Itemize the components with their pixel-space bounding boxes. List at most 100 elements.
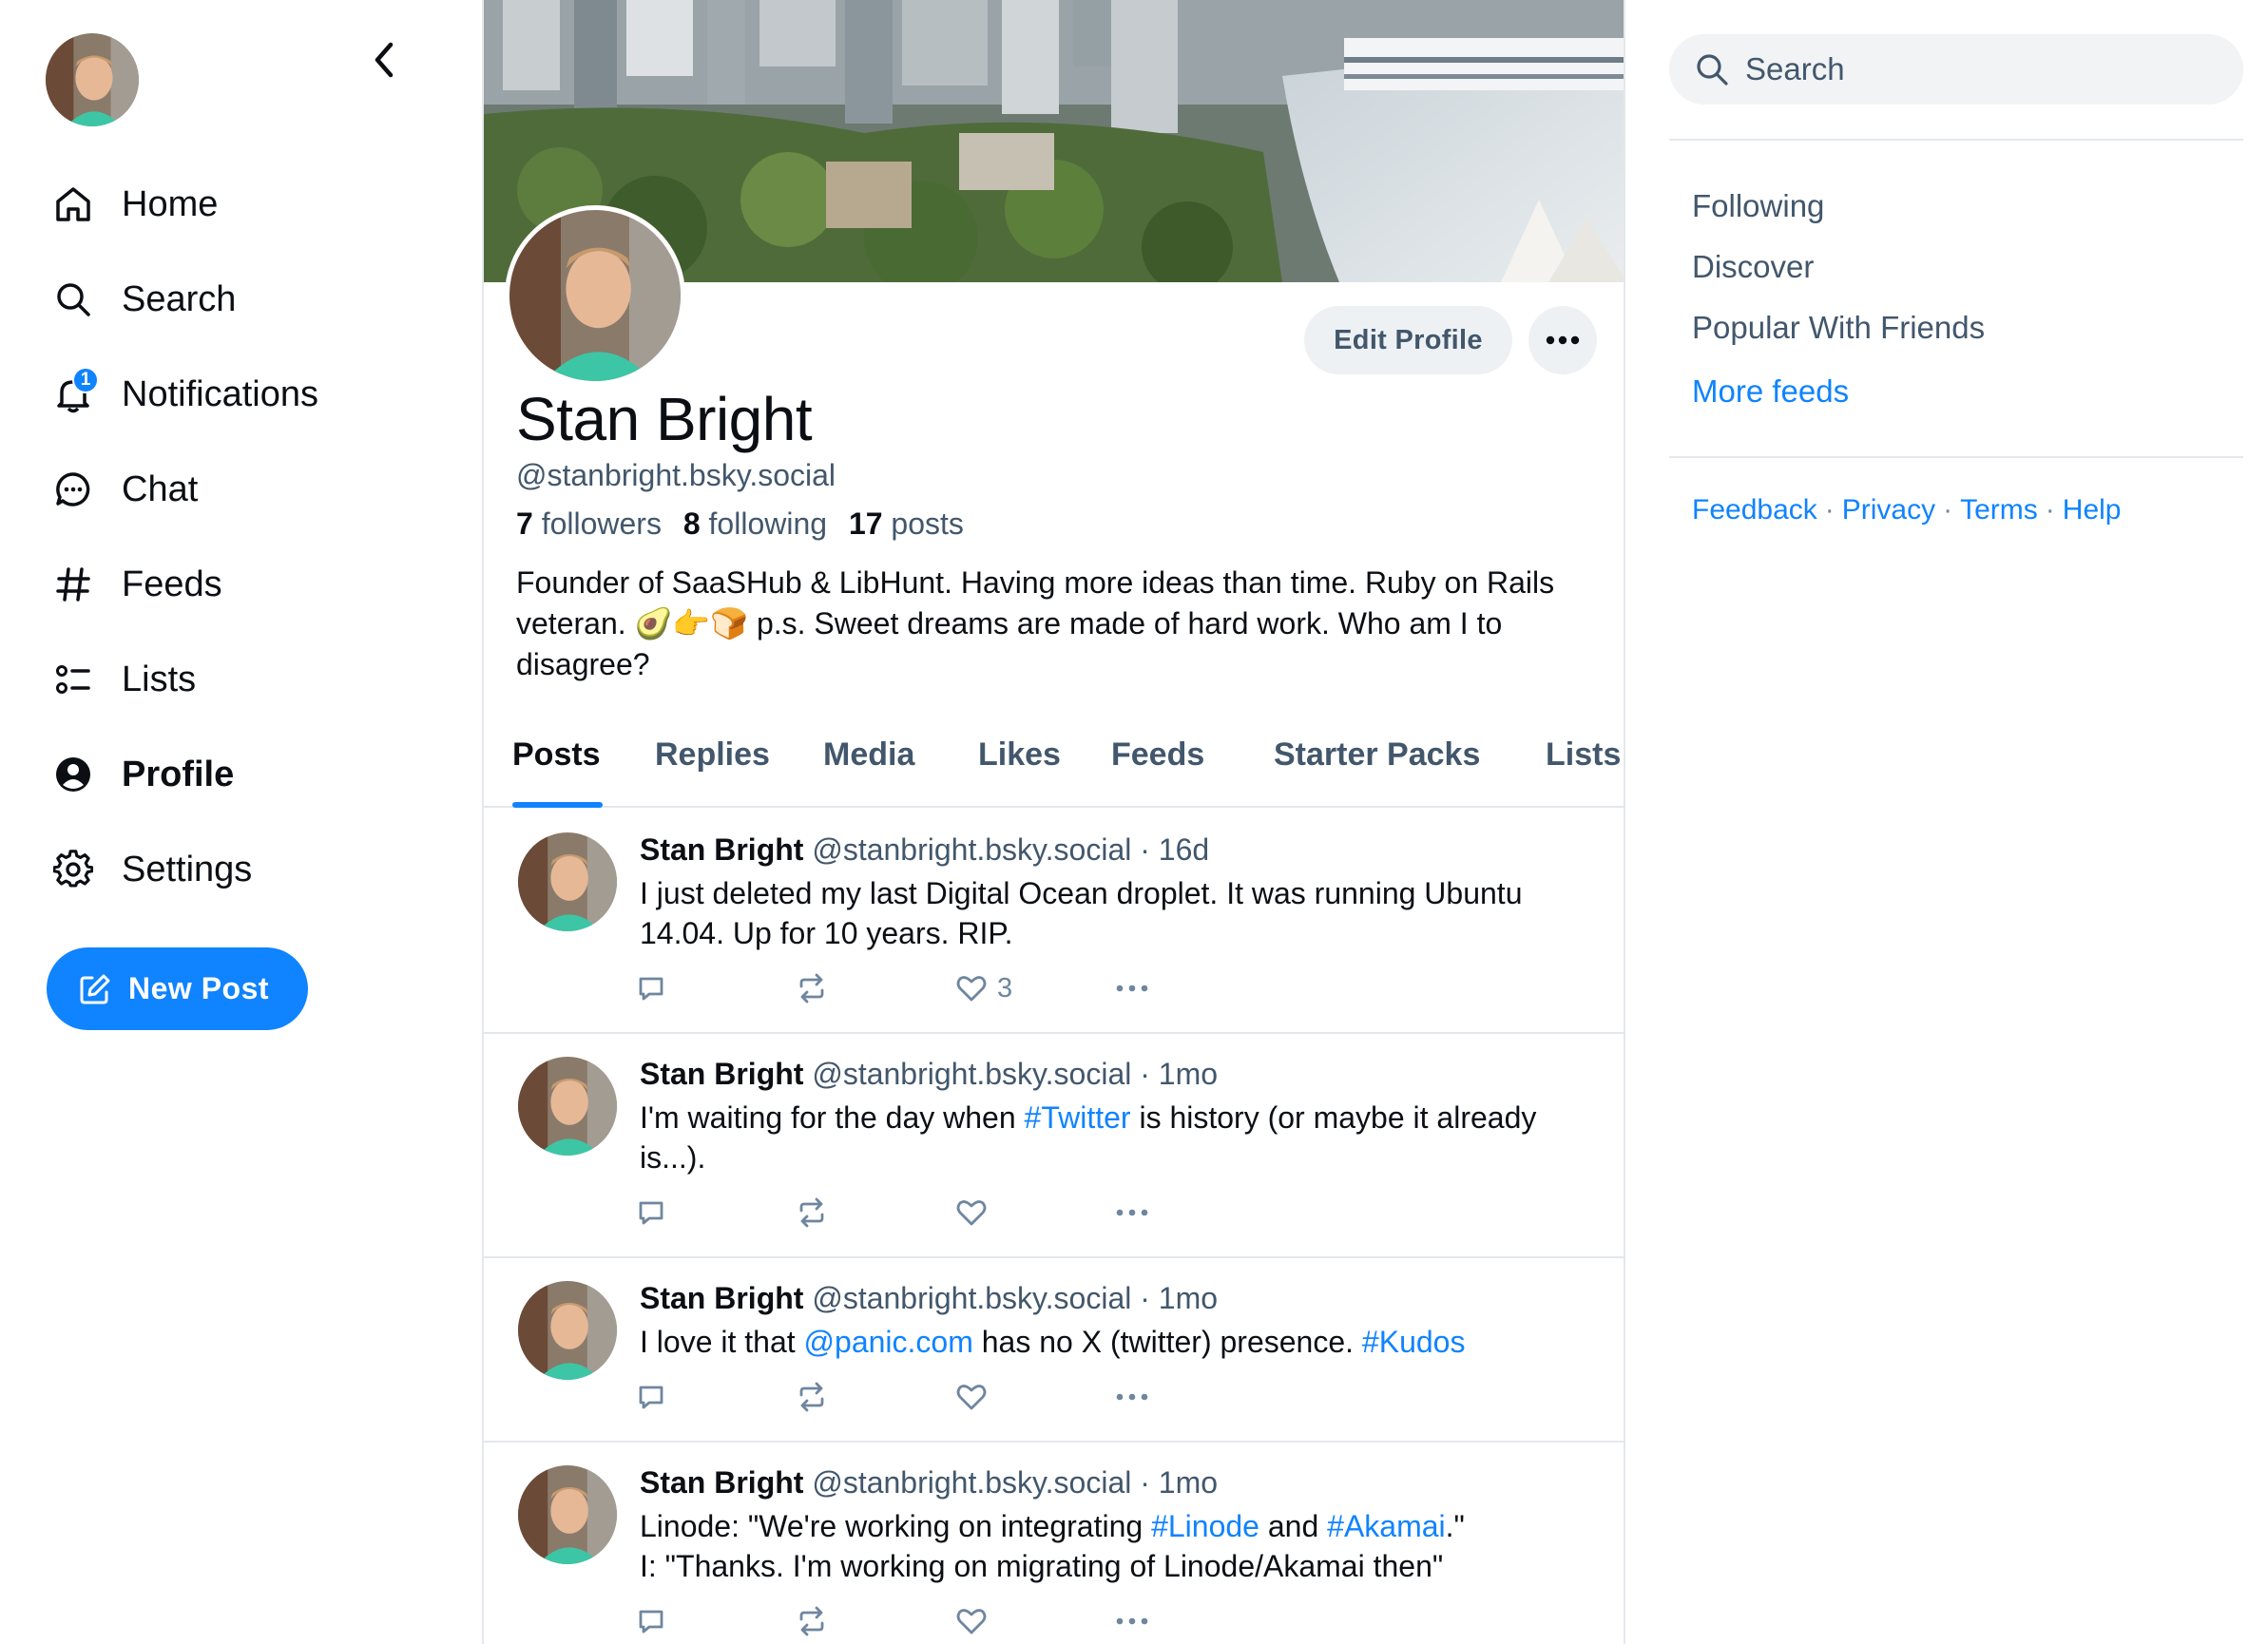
more-feeds-link[interactable]: More feeds (1692, 373, 1849, 410)
post-avatar[interactable] (518, 1281, 617, 1380)
feedback-link[interactable]: Feedback (1692, 494, 1817, 526)
terms-link[interactable]: Terms (1960, 494, 2038, 526)
nav-label-notifications: Notifications (122, 373, 318, 414)
posts-count: 17 (848, 507, 883, 541)
post-avatar[interactable] (518, 832, 617, 931)
nav-item-lists[interactable]: Lists (48, 632, 447, 727)
post-author-handle[interactable]: @stanbright.bsky.social (812, 832, 1131, 867)
nav-label-search: Search (122, 278, 237, 319)
hash-icon (48, 559, 99, 610)
post-timestamp[interactable]: 1mo (1159, 1281, 1218, 1315)
post-author-handle[interactable]: @stanbright.bsky.social (812, 1465, 1131, 1500)
feed-link-discover[interactable]: Discover (1692, 249, 1814, 285)
post-more-button[interactable] (1115, 1378, 1149, 1416)
reply-button[interactable] (636, 1602, 666, 1640)
post-link[interactable]: #Akamai (1327, 1509, 1446, 1543)
followers-link[interactable]: 7 followers (516, 507, 662, 541)
home-icon (48, 179, 99, 230)
post-text: I just deleted my last Digital Ocean dro… (640, 873, 1600, 953)
nav-item-notifications[interactable]: 1 Notifications (48, 347, 447, 442)
like-button[interactable] (955, 1378, 997, 1416)
nav-label-lists: Lists (122, 659, 197, 699)
feed-link-popular-with-friends[interactable]: Popular With Friends (1692, 310, 1985, 346)
collapse-sidebar-button[interactable] (365, 36, 403, 84)
like-button[interactable] (955, 1194, 997, 1232)
post-text-segment: I love it that (640, 1325, 804, 1359)
post-author-name[interactable]: Stan Bright (640, 1281, 803, 1315)
post-timestamp[interactable]: 1mo (1159, 1465, 1218, 1500)
reply-button[interactable] (636, 1378, 666, 1416)
post-author-name[interactable]: Stan Bright (640, 1465, 803, 1500)
tab-likes[interactable]: Likes (978, 736, 1061, 774)
search-input[interactable]: Search (1669, 34, 2243, 105)
profile-more-button[interactable] (1528, 306, 1597, 374)
post-avatar[interactable] (518, 1057, 617, 1156)
reply-button[interactable] (636, 969, 666, 1007)
followers-label: followers (541, 507, 662, 541)
left-sidebar: Home Search 1 Notifications Chat Feeds L… (0, 0, 482, 1644)
repost-button[interactable] (796, 1194, 828, 1232)
divider (1669, 456, 2243, 458)
post-text-segment: ." (1445, 1509, 1465, 1543)
nav-label-settings: Settings (122, 849, 253, 889)
post-more-button[interactable] (1115, 969, 1149, 1007)
tab-media[interactable]: Media (823, 736, 914, 774)
feed-link-following[interactable]: Following (1692, 188, 1824, 224)
footer-links: Feedback · Privacy · Terms · Help (1692, 494, 2122, 526)
post-avatar[interactable] (518, 1465, 617, 1564)
post-item[interactable]: Stan Bright @stanbright.bsky.social · 1m… (484, 1258, 1624, 1443)
repost-icon (799, 1382, 824, 1412)
help-link[interactable]: Help (2063, 494, 2122, 526)
repost-icon (799, 1606, 824, 1636)
tab-feeds[interactable]: Feeds (1111, 736, 1204, 774)
tab-lists[interactable]: Lists (1546, 736, 1621, 774)
repost-button[interactable] (796, 1602, 828, 1640)
repost-icon (799, 1197, 824, 1228)
like-button[interactable] (955, 1602, 997, 1640)
repost-button[interactable] (796, 969, 828, 1007)
profile-avatar[interactable] (505, 205, 685, 386)
nav-item-feeds[interactable]: Feeds (48, 537, 447, 632)
post-more-button[interactable] (1115, 1602, 1149, 1640)
post-meta-sep: · (1140, 1057, 1150, 1091)
search-icon (48, 274, 99, 325)
post-timestamp[interactable]: 1mo (1159, 1057, 1218, 1091)
like-button[interactable]: 3 (955, 969, 1012, 1007)
following-count: 8 (682, 507, 701, 541)
edit-profile-button[interactable]: Edit Profile (1304, 306, 1512, 374)
divider (1669, 139, 2243, 141)
nav-label-feeds: Feeds (122, 564, 222, 604)
post-item[interactable]: Stan Bright @stanbright.bsky.social · 1m… (484, 1034, 1624, 1258)
user-avatar[interactable] (46, 33, 139, 126)
post-author-name[interactable]: Stan Bright (640, 832, 803, 867)
post-link[interactable]: @panic.com (804, 1325, 973, 1359)
post-link[interactable]: #Twitter (1025, 1100, 1131, 1135)
nav-item-search[interactable]: Search (48, 252, 447, 347)
post-link[interactable]: #Linode (1151, 1509, 1259, 1543)
post-author-name[interactable]: Stan Bright (640, 1057, 803, 1091)
post-author-handle[interactable]: @stanbright.bsky.social (812, 1057, 1131, 1091)
nav-item-profile[interactable]: Profile (48, 727, 447, 822)
post-link[interactable]: #Kudos (1362, 1325, 1466, 1359)
following-link[interactable]: 8 following (683, 507, 827, 541)
posts-stat: 17 posts (849, 507, 964, 541)
repost-button[interactable] (796, 1378, 828, 1416)
bell-icon: 1 (48, 367, 99, 420)
tab-starter-packs[interactable]: Starter Packs (1274, 736, 1480, 774)
privacy-link[interactable]: Privacy (1842, 494, 1935, 526)
post-author-handle[interactable]: @stanbright.bsky.social (812, 1281, 1131, 1315)
following-label: following (708, 507, 828, 541)
post-item[interactable]: Stan Bright @stanbright.bsky.social · 1m… (484, 1443, 1624, 1644)
tab-replies[interactable]: Replies (655, 736, 770, 774)
post-timestamp[interactable]: 16d (1159, 832, 1209, 867)
nav-item-home[interactable]: Home (48, 157, 447, 252)
nav-item-settings[interactable]: Settings (48, 822, 447, 917)
nav-item-chat[interactable]: Chat (48, 442, 447, 537)
heart-icon (956, 1385, 987, 1410)
post-more-button[interactable] (1115, 1194, 1149, 1232)
heart-icon (956, 976, 987, 1002)
post-item[interactable]: Stan Bright @stanbright.bsky.social · 16… (484, 810, 1624, 1034)
new-post-button[interactable]: New Post (47, 947, 308, 1030)
tab-posts[interactable]: Posts (512, 736, 601, 774)
reply-button[interactable] (636, 1194, 666, 1232)
